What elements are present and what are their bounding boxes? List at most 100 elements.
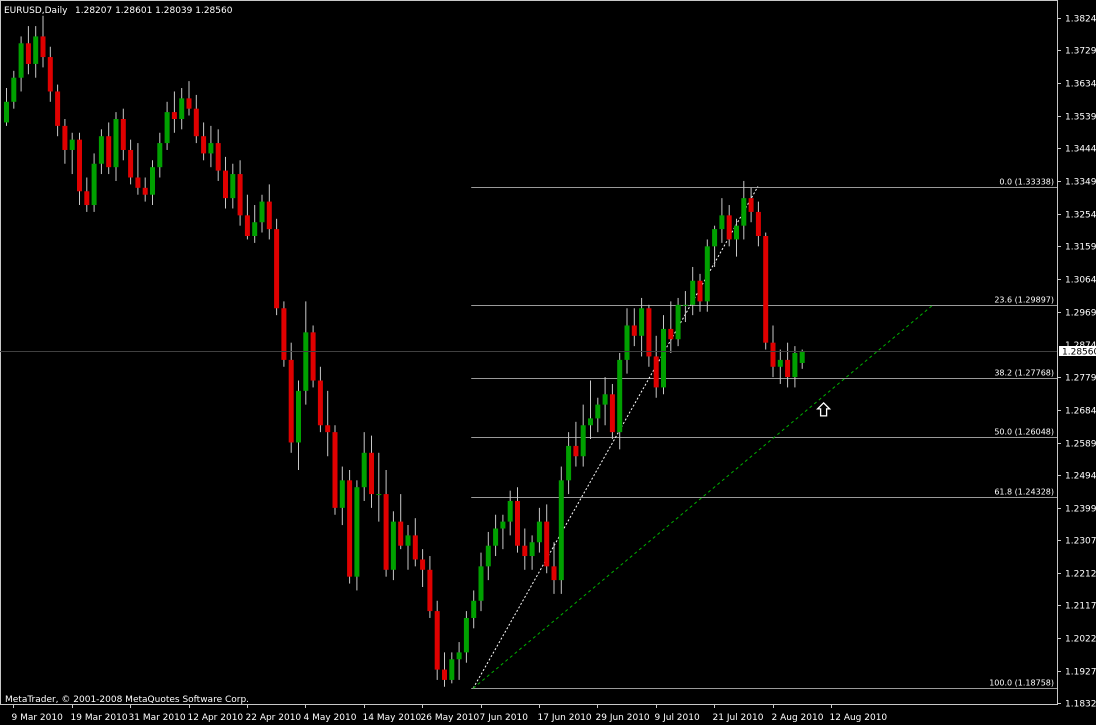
candle-body bbox=[515, 500, 520, 546]
fib-level-label: 0.0 (1.33338) bbox=[999, 178, 1054, 187]
candle-body bbox=[25, 43, 31, 64]
candle-body bbox=[763, 236, 769, 343]
candle-body bbox=[617, 359, 623, 433]
candle-body bbox=[193, 108, 199, 137]
candle-body bbox=[288, 359, 294, 443]
candle-body bbox=[252, 222, 258, 236]
price-tick-label: 1.31595 bbox=[1065, 243, 1096, 253]
candle-body bbox=[551, 566, 557, 581]
time-tick-label: 9 Jul 2010 bbox=[655, 713, 700, 723]
candle-body bbox=[588, 418, 593, 426]
fib-level-label: 23.6 (1.29897) bbox=[994, 296, 1054, 305]
candle-body bbox=[770, 342, 776, 367]
time-tick-label: 31 Mar 2010 bbox=[129, 713, 186, 723]
candle-body bbox=[631, 325, 637, 336]
candle-body bbox=[748, 198, 754, 212]
time-tick-label: 14 May 2010 bbox=[363, 713, 422, 723]
candle-body bbox=[142, 187, 148, 195]
price-tick-label: 1.21170 bbox=[1065, 602, 1096, 612]
candle-body bbox=[150, 167, 155, 195]
time-tick-label: 12 Apr 2010 bbox=[188, 713, 244, 723]
candle bbox=[332, 425, 338, 515]
candle-body bbox=[332, 432, 338, 508]
time-tick-label: 12 Aug 2010 bbox=[830, 713, 888, 723]
candle-body bbox=[369, 452, 374, 495]
candle bbox=[390, 511, 396, 581]
candle bbox=[558, 466, 564, 594]
candle-body bbox=[4, 101, 9, 123]
candle-body bbox=[303, 332, 309, 391]
candle-body bbox=[11, 77, 17, 102]
candle-body bbox=[522, 545, 528, 557]
time-tick-label: 2 Aug 2010 bbox=[772, 713, 824, 723]
candle bbox=[434, 600, 440, 680]
candle-body bbox=[383, 494, 389, 570]
candle-body bbox=[412, 535, 418, 560]
chart-background bbox=[0, 0, 1096, 725]
candle-body bbox=[442, 669, 447, 680]
candle-body bbox=[792, 353, 798, 378]
price-tick-label: 1.18320 bbox=[1065, 700, 1096, 710]
candle-body bbox=[237, 174, 243, 216]
candle-body bbox=[274, 229, 280, 309]
candle-body bbox=[682, 304, 688, 306]
candle-body bbox=[171, 112, 177, 119]
candle-body bbox=[244, 215, 250, 236]
candle-body bbox=[799, 350, 805, 363]
price-tick-label: 1.27795 bbox=[1065, 374, 1096, 384]
fib-level-label: 38.2 (1.27768) bbox=[994, 369, 1054, 378]
candle-body bbox=[354, 487, 360, 577]
candle-body bbox=[33, 36, 39, 64]
candle-body bbox=[18, 43, 24, 78]
candle-body bbox=[208, 143, 214, 154]
candle-body bbox=[485, 545, 491, 567]
candle-body bbox=[259, 201, 265, 223]
time-tick-label: 26 May 2010 bbox=[421, 713, 480, 723]
candle-body bbox=[113, 119, 119, 168]
candle-body bbox=[704, 246, 710, 302]
candle-body bbox=[98, 136, 104, 164]
candle-body bbox=[427, 569, 433, 612]
candle-body bbox=[777, 359, 783, 367]
candle-body bbox=[712, 229, 718, 247]
candle-body bbox=[398, 521, 404, 546]
candle-body bbox=[55, 91, 61, 126]
copyright-notice: MetaTrader, © 2001-2008 MetaQuotes Softw… bbox=[5, 695, 249, 705]
candle-body bbox=[507, 500, 513, 522]
candle-body bbox=[420, 559, 426, 570]
candle-body bbox=[347, 480, 353, 577]
price-tick-label: 1.29695 bbox=[1065, 309, 1096, 319]
candle-body bbox=[128, 149, 134, 178]
candle bbox=[310, 325, 316, 388]
candle-body bbox=[580, 425, 586, 457]
candle-body bbox=[785, 359, 791, 378]
chart-header-ohlc: 1.28207 1.28601 1.28039 1.28560 bbox=[75, 6, 233, 16]
candle-body bbox=[456, 652, 462, 660]
fib-level-label: 100.0 (1.18758) bbox=[989, 679, 1054, 688]
candle-body bbox=[69, 139, 75, 150]
candle bbox=[347, 470, 353, 584]
candle bbox=[274, 218, 280, 316]
price-tick-label: 1.38245 bbox=[1065, 15, 1096, 25]
price-tick-label: 1.33495 bbox=[1065, 178, 1096, 188]
price-tick-label: 1.30645 bbox=[1065, 276, 1096, 286]
candle-body bbox=[449, 659, 455, 680]
candle-body bbox=[434, 611, 440, 670]
candle-body bbox=[157, 143, 163, 168]
candle-body bbox=[602, 394, 608, 405]
candle-body bbox=[609, 394, 615, 433]
candle-body bbox=[661, 328, 666, 388]
chart-header-symbol: EURUSD,Daily bbox=[4, 6, 68, 16]
candle bbox=[354, 480, 360, 591]
price-tick-label: 1.23995 bbox=[1065, 505, 1096, 515]
price-tick-label: 1.26845 bbox=[1065, 407, 1096, 417]
price-chart[interactable]: 0.0 (1.33338) 23.6 (1.29897) 38.2 (1.27768… bbox=[0, 0, 1096, 725]
fib-level-label: 61.8 (1.24328) bbox=[994, 488, 1054, 497]
candle-body bbox=[734, 225, 739, 240]
candle-body bbox=[179, 98, 185, 119]
candle-body bbox=[281, 308, 287, 360]
candle-body bbox=[40, 36, 46, 58]
candle-body bbox=[471, 600, 477, 618]
candle-body bbox=[595, 404, 601, 419]
candle-body bbox=[529, 542, 535, 557]
